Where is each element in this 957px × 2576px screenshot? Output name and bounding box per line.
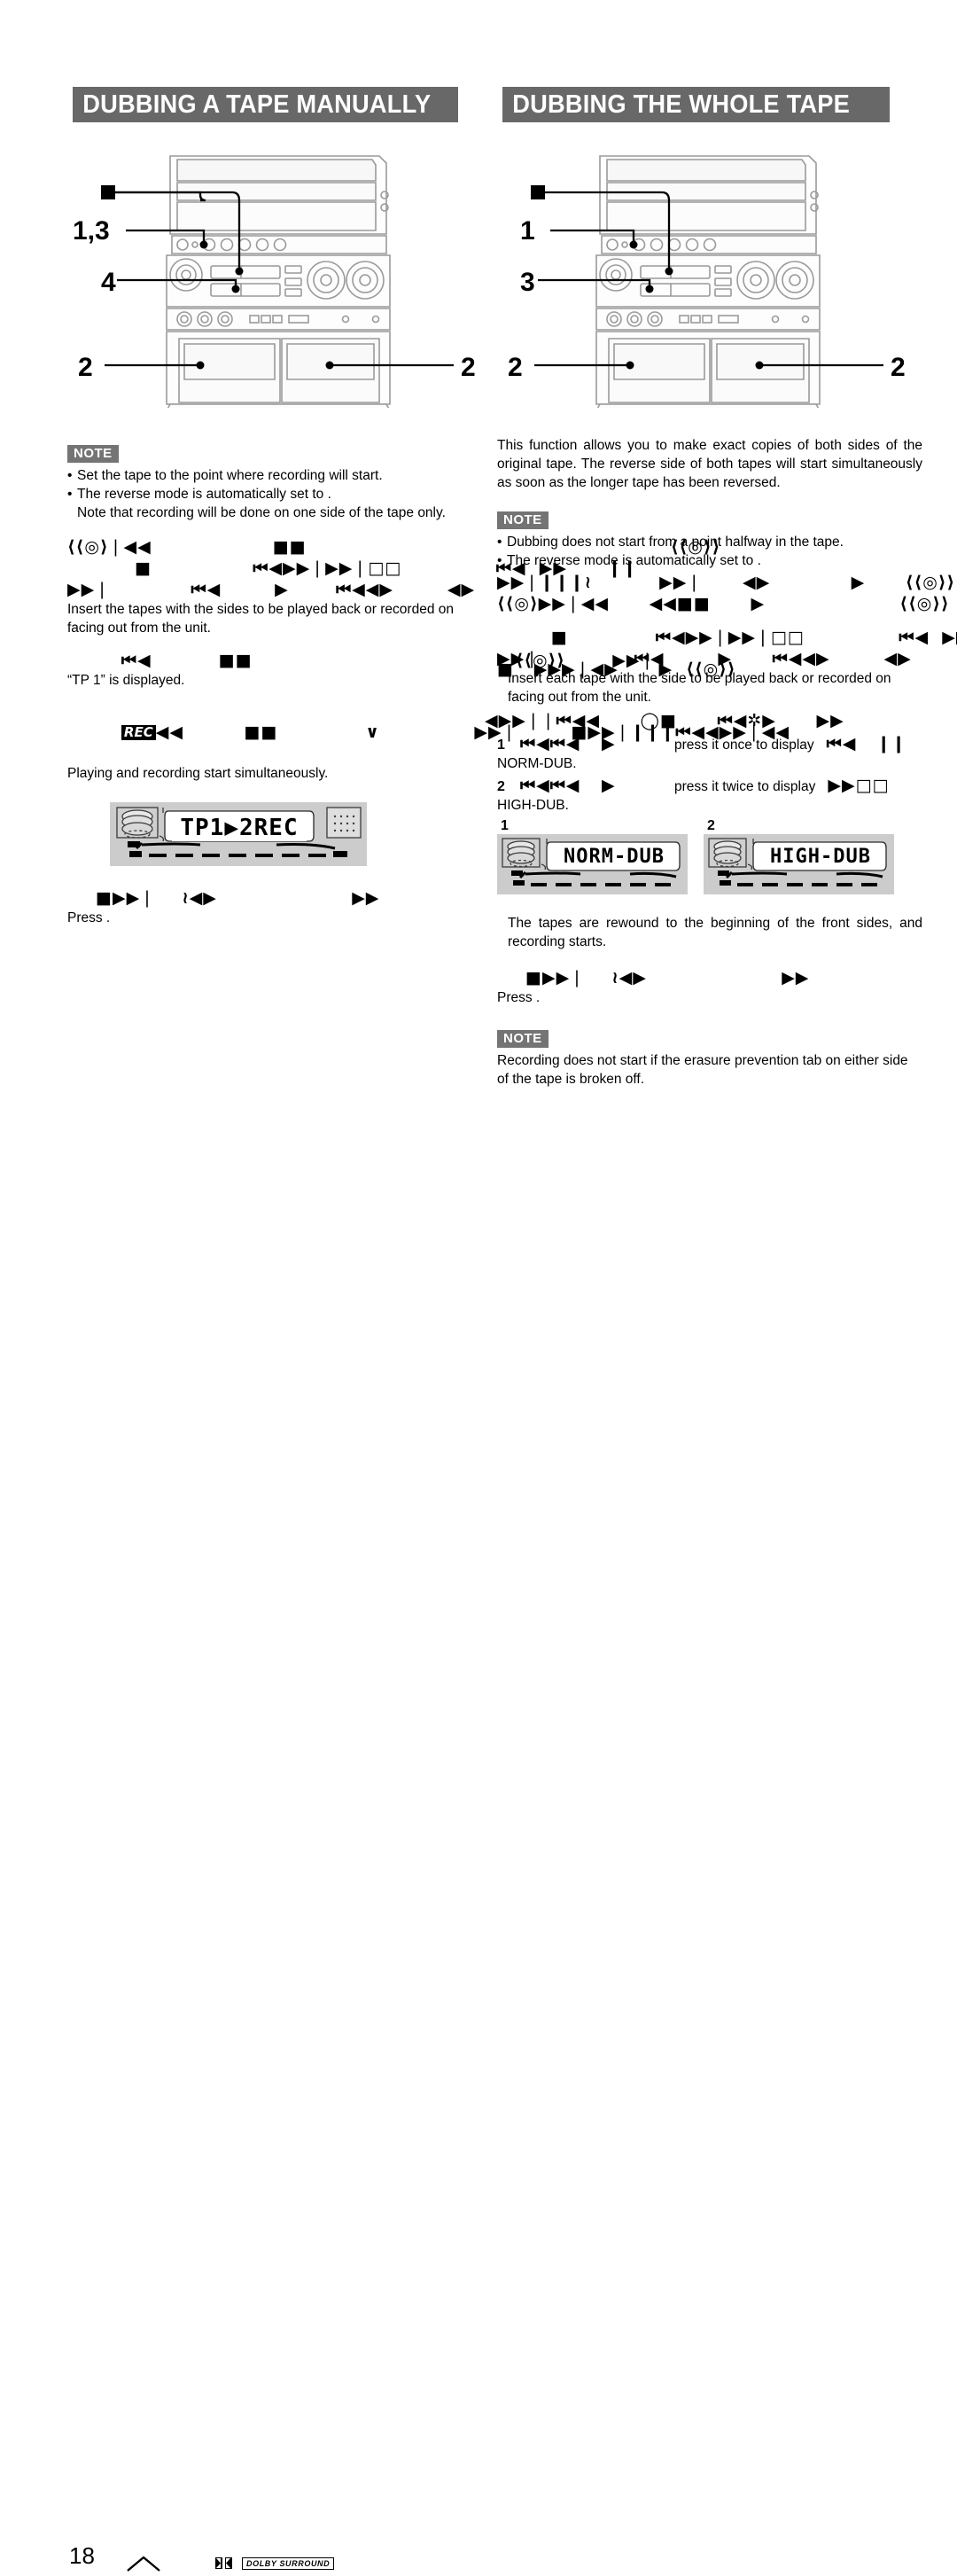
step-text: “TP 1” is displayed. [67, 673, 185, 688]
section-title: DUBBING THE WHOLE TAPE [512, 90, 851, 119]
lcd-display-norm-dub: NORM-DUB [497, 834, 688, 894]
lcd-display-group: 1 NORM-DUB 2 HIGH-DUB [497, 818, 922, 894]
option-symbols-b: ▶ [602, 776, 616, 795]
option-symbols-c: ⏮◀ ❙❙ [826, 734, 907, 753]
step-symbols-row: ▶▶❘ ⏮◀ ▶ ⏮◀◀▶ ◀▶ [67, 580, 476, 599]
option-text: press it twice to display [674, 779, 816, 794]
callout-label-2-right: 2 [461, 353, 476, 382]
right-column: 1 3 2 2 This function allows you to make… [485, 142, 957, 1089]
step-2-right: ■ ⏮◀▶▶❘▶▶❘□□ ⏮◀ ▶▶ ❙❙ ▶▶ ▶▶❘ ⏮◀ ▶ ⏮◀◀▶ ◀… [497, 627, 957, 706]
option-number: 1 [497, 738, 505, 753]
numbered-option-2: 2 ⏮◀⏮◀ ▶ press it twice to display ▶▶□□ … [497, 775, 922, 815]
step-symbols-row: ◀▶▶❘❘⏮◀◀ ◯■ ⏮◀✲▶ ▶▶ ▶ [485, 711, 957, 730]
lcd-text-value: TP1▶2REC [172, 815, 307, 841]
lcd-display-high-dub-wrap: 2 HIGH-DUB [704, 818, 894, 894]
final-symbols: ■▶▶❘ ≀◀▶ ▶▶ [525, 968, 810, 987]
step-1-left: ⟨⟨◎⟩❘◀◀ ■■ ⟨⟨◎⟩⟩ ■ ⏮◀▶▶❘▶▶❘□□ ⏮◀ ▶▶ ❙❙ ▶… [67, 536, 721, 637]
option-symbols-c: ▶▶□□ [828, 776, 890, 795]
note-badge: NOTE [67, 445, 119, 463]
lcd-text-value: HIGH-DUB [759, 845, 883, 869]
dolby-double-d-icon [215, 2557, 232, 2569]
note-badge: NOTE [497, 511, 549, 529]
step-symbols-row: ▶▶❘❙❙❙≀ ▶▶❘ ◀▶ ▶ ⟨⟨◎⟩⟩❙❙ ◀▶▶▶❘ [497, 573, 957, 592]
stereo-unit-illustration: 1,3 4 2 2 [73, 155, 476, 408]
note-item: Dubbing does not start from a point half… [497, 533, 922, 551]
note-item: The reverse mode is automatically set to… [67, 485, 493, 503]
option-number: 2 [497, 779, 505, 794]
option-symbols-a: ⏮◀⏮◀ [520, 776, 580, 795]
manual-page: DUBBING A TAPE MANUALLY DUBBING THE WHOL… [0, 0, 957, 2572]
stereo-system-diagram-left: 1,3 4 2 2 [67, 142, 493, 408]
dolby-surround-text: DOLBY SURROUND [242, 2556, 335, 2570]
callout-label-1-3: 1,3 [73, 216, 110, 246]
stereo-unit-illustration: 1 3 2 2 [508, 155, 906, 408]
note-subtext: Note that recording will be done on one … [77, 505, 446, 520]
section-intro-paragraph: This function allows you to make exact c… [497, 438, 922, 490]
step-symbols-row: ⟨⟨◎⟩▶▶❘◀◀ ◀◀■■ ▶ ⟨⟨◎⟩⟩ [497, 594, 950, 613]
page-number: 18 [69, 2542, 95, 2569]
step-symbols-row: ■ ⏮◀▶▶❘▶▶❘□□ ⏮◀ ▶▶ ❙❙ [67, 558, 638, 578]
callout-label-1: 1 [520, 216, 535, 246]
caret-up-icon [127, 2556, 160, 2572]
note-block-right-2: NOTE Recording does not start if the era… [497, 1030, 922, 1089]
callout-label-2-left: 2 [508, 353, 523, 382]
final-step-right: ■▶▶❘ ≀◀▶ ▶▶ Press . [497, 967, 922, 1007]
dolby-surround-logo: DOLBY SURROUND [214, 2556, 335, 2570]
option-symbols-b: ▶ [602, 734, 616, 753]
note-text: Recording does not start if the erasure … [497, 1053, 908, 1087]
final-step-left: ■▶▶❘ ≀◀▶ ▶▶ Press . [67, 887, 493, 927]
lcd-display-high-dub: HIGH-DUB [704, 834, 894, 894]
callout-label-2-left: 2 [78, 353, 93, 382]
step-symbols-row: ■ ⏮◀▶▶❘▶▶❘□□ ⏮◀ ▶▶ ❙❙ ▶▶ [550, 628, 957, 647]
note-item: The reverse mode is automatically set to… [497, 551, 922, 570]
callout-label-2-right: 2 [891, 353, 906, 382]
lcd-text-value: NORM-DUB [552, 845, 676, 869]
option-tail: NORM-DUB. [497, 756, 577, 771]
option-text: press it once to display [674, 738, 814, 753]
rec-badge: REC [121, 725, 156, 740]
lcd-display-norm-dub-wrap: 1 NORM-DUB [497, 818, 688, 894]
section-header-dubbing-the-whole-tape: DUBBING THE WHOLE TAPE [502, 87, 890, 122]
final-symbols: ■▶▶❘ ≀◀▶ ▶▶ [96, 888, 380, 908]
section-header-dubbing-a-tape-manually: DUBBING A TAPE MANUALLY [73, 87, 458, 122]
step-text: Insert the tapes with the sides to be pl… [67, 602, 454, 636]
note-items: Set the tape to the point where recordin… [67, 466, 493, 522]
note-items: Dubbing does not start from a point half… [497, 533, 922, 570]
note-badge: NOTE [497, 1030, 549, 1048]
option-symbols-a: ⏮◀⏮◀ [520, 734, 580, 753]
callout-label-4: 4 [101, 268, 116, 297]
step-text: Playing and recording start simultaneous… [67, 766, 329, 781]
option-tail: HIGH-DUB. [497, 798, 569, 813]
step-symbols-row-with-rec: REC ◀◀ ■■ ∨ ▶▶❘ ■▶▶❘❙❙❙⏮◀◀▶▶❘◀◀ [67, 700, 789, 764]
step-2-left: ⏮◀ ■■ ⟨⟨◎⟩⟩ ▶▶❘ “TP 1” is displayed. [67, 650, 656, 690]
stereo-system-diagram-right: 1 3 2 2 [497, 142, 922, 408]
step-symbols-overlay: ■ ▶▶▶❘◀▶ ▶ ⟨⟨◎⟩⟩ [497, 660, 736, 679]
section-title: DUBBING A TAPE MANUALLY [82, 90, 432, 119]
page-footer: 18 DOLBY SURROUND [0, 1269, 957, 2572]
final-text: Press . [497, 990, 541, 1005]
square-bullet-callout [101, 185, 115, 199]
left-column: 1,3 4 2 2 NOTE Set the tape to the point… [67, 142, 789, 927]
callout-label-3: 3 [520, 268, 535, 297]
square-bullet-callout [531, 185, 545, 199]
lcd-number: 1 [501, 818, 509, 833]
numbered-option-1: 1 ⏮◀⏮◀ ▶ press it once to display ⏮◀ ❙❙ … [497, 733, 922, 773]
step-1-right: ▶▶❘❙❙❙≀ ▶▶❘ ◀▶ ▶ ⟨⟨◎⟩⟩❙❙ ◀▶▶▶❘ ⟨⟨◎⟩▶▶❘◀◀… [497, 572, 957, 614]
step-3-right: ◀▶▶❘❘⏮◀◀ ◯■ ⏮◀✲▶ ▶▶ ▶ [485, 710, 922, 731]
step-symbols-row: ⟨⟨◎⟩❘◀◀ ■■ ⟨⟨◎⟩⟩ [67, 537, 721, 557]
note-block-right: NOTE Dubbing does not start from a point… [497, 511, 922, 570]
note-block-left: NOTE Set the tape to the point where rec… [67, 445, 493, 522]
step-symbols-row: ⏮◀ ■■ ⟨⟨◎⟩⟩ ▶▶❘ [67, 651, 656, 670]
final-text: Press . [67, 910, 111, 925]
step-3-left: REC ◀◀ ■■ ∨ ▶▶❘ ■▶▶❘❙❙❙⏮◀◀▶▶❘◀◀ Playing a… [67, 700, 789, 783]
lcd-number: 2 [707, 818, 715, 833]
note-item: Set the tape to the point where recordin… [67, 466, 493, 485]
after-lcd-text: The tapes are rewound to the beginning o… [508, 916, 922, 949]
lcd-display-tp1-2rec: TP1▶2REC [110, 802, 367, 866]
